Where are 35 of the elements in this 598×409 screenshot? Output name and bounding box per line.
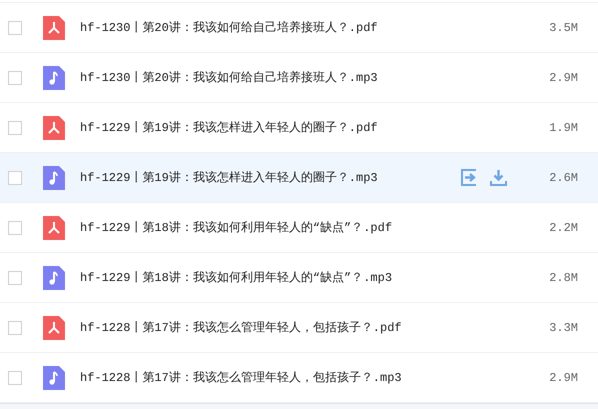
checkbox[interactable] bbox=[8, 370, 22, 384]
file-name[interactable]: hf-1229丨第18讲：我该如何利用年轻人的“缺点”？.pdf bbox=[80, 218, 392, 236]
checkbox[interactable] bbox=[8, 120, 22, 134]
pdf-file-icon bbox=[43, 16, 65, 40]
file-size: 1.9M bbox=[549, 120, 578, 136]
file-size: 2.6M bbox=[549, 170, 578, 186]
music-file-icon bbox=[43, 166, 65, 190]
checkbox[interactable] bbox=[8, 170, 22, 184]
pdf-file-icon bbox=[43, 216, 65, 240]
file-size: 2.9M bbox=[549, 70, 578, 86]
music-file-icon bbox=[43, 366, 65, 390]
file-size: 2.2M bbox=[549, 220, 578, 236]
pdf-file-icon bbox=[43, 116, 65, 140]
file-size: 2.9M bbox=[549, 370, 578, 386]
music-file-icon bbox=[43, 66, 65, 90]
file-size: 3.3M bbox=[549, 320, 578, 336]
checkbox[interactable] bbox=[8, 70, 22, 84]
checkbox[interactable] bbox=[8, 20, 22, 34]
checkbox[interactable] bbox=[8, 320, 22, 334]
music-file-icon bbox=[43, 266, 65, 290]
file-name[interactable]: hf-1228丨第17讲：我该怎么管理年轻人，包括孩子？.mp3 bbox=[80, 368, 402, 386]
file-name[interactable]: hf-1230丨第20讲：我该如何给自己培养接班人？.mp3 bbox=[80, 68, 378, 86]
checkbox[interactable] bbox=[8, 270, 22, 284]
file-size: 3.5M bbox=[549, 20, 578, 36]
download-icon[interactable] bbox=[490, 169, 508, 186]
file-size: 2.8M bbox=[549, 270, 578, 286]
file-name[interactable]: hf-1229丨第19讲：我该怎样进入年轻人的圈子？.pdf bbox=[80, 118, 378, 136]
share-icon[interactable] bbox=[461, 169, 478, 186]
file-name[interactable]: hf-1229丨第19讲：我该怎样进入年轻人的圈子？.mp3 bbox=[80, 168, 378, 186]
file-name[interactable]: hf-1229丨第18讲：我该如何利用年轻人的“缺点”？.mp3 bbox=[80, 268, 392, 286]
checkbox[interactable] bbox=[8, 220, 22, 234]
file-name[interactable]: hf-1228丨第17讲：我该怎么管理年轻人，包括孩子？.pdf bbox=[80, 318, 402, 336]
pdf-file-icon bbox=[43, 316, 65, 340]
file-name[interactable]: hf-1230丨第20讲：我该如何给自己培养接班人？.pdf bbox=[80, 18, 378, 36]
file-row[interactable]: hf-1229丨第19讲：我该怎样进入年轻人的圈子？.mp3 2.6M bbox=[0, 153, 598, 203]
